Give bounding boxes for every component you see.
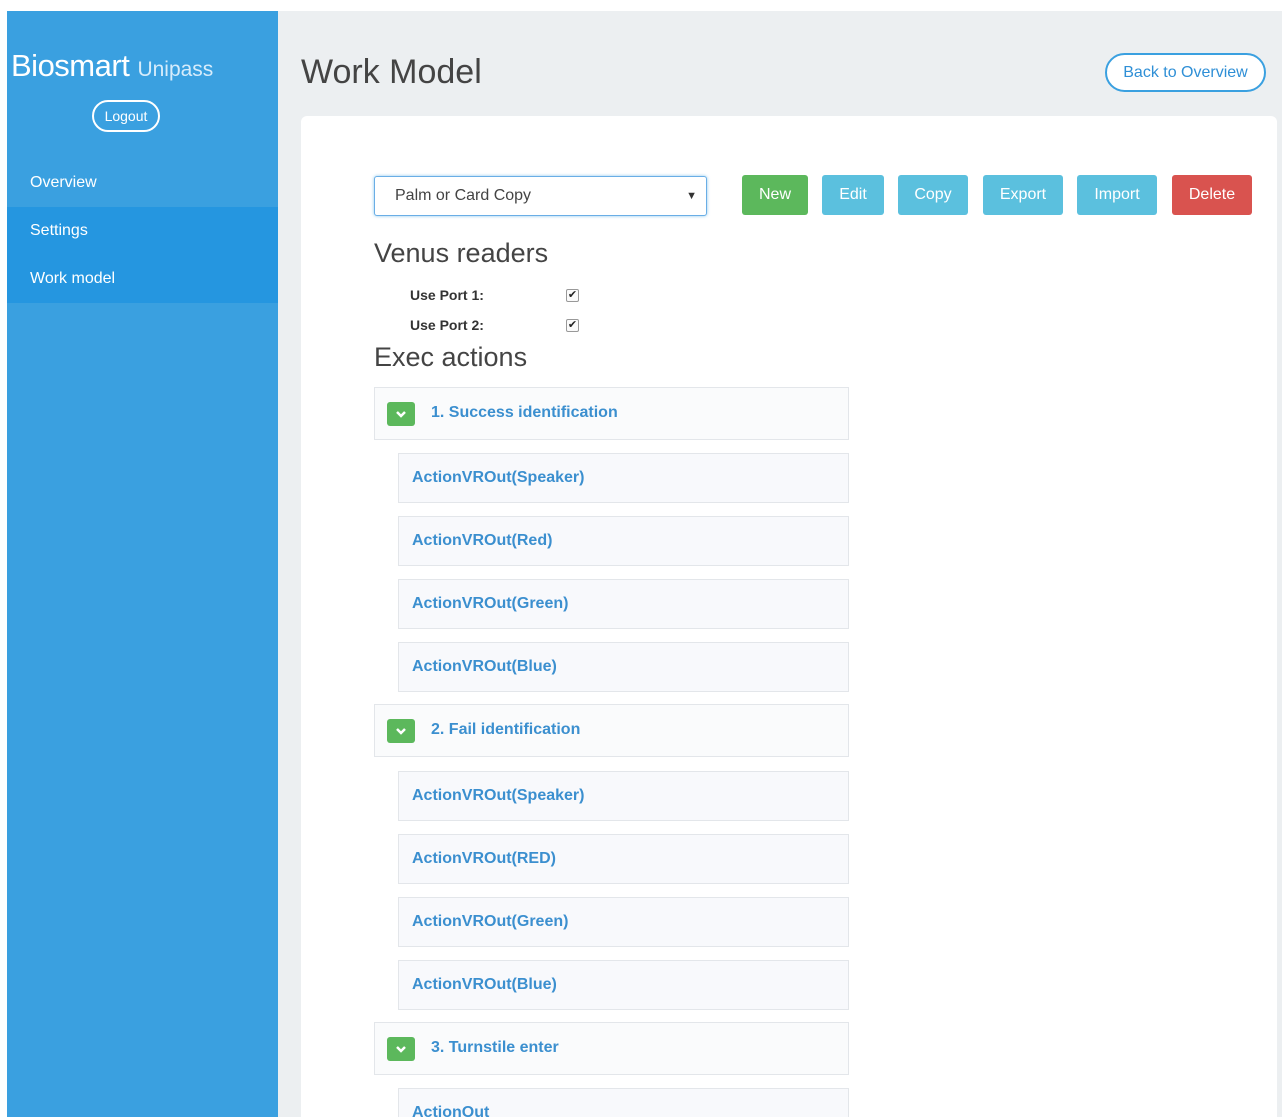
chevron-down-icon <box>396 728 406 735</box>
group-toggle-button[interactable] <box>387 719 415 743</box>
group-label[interactable]: 1. Success identification <box>431 404 618 422</box>
brand-logo: Biosmart Unipass <box>11 48 213 84</box>
delete-button[interactable]: Delete <box>1172 175 1252 215</box>
action-item[interactable]: ActionVROut(Speaker) <box>398 453 849 503</box>
port-1-checkbox[interactable]: ✔ <box>566 289 579 302</box>
action-group: 3. Turnstile enter <box>374 1022 849 1075</box>
action-group: 1. Success identification <box>374 387 849 440</box>
brand-name: Biosmart <box>11 48 130 83</box>
chevron-down-icon <box>396 411 406 418</box>
back-to-overview-button[interactable]: Back to Overview <box>1105 53 1266 92</box>
group-toggle-button[interactable] <box>387 1037 415 1061</box>
work-model-select-value: Palm or Card Copy <box>395 187 532 204</box>
caret-down-icon: ▼ <box>686 190 697 202</box>
action-group: 2. Fail identification <box>374 704 849 757</box>
checkmark-icon: ✔ <box>567 289 578 301</box>
chevron-down-icon <box>396 1046 406 1053</box>
action-item[interactable]: ActionVROut(Red) <box>398 516 849 566</box>
checkmark-icon: ✔ <box>567 319 578 331</box>
action-item[interactable]: ActionVROut(Blue) <box>398 642 849 692</box>
page-title: Work Model <box>301 53 482 91</box>
edit-button[interactable]: Edit <box>822 175 884 215</box>
group-label[interactable]: 3. Turnstile enter <box>431 1039 559 1057</box>
action-item[interactable]: ActionVROut(Green) <box>398 579 849 629</box>
work-model-select[interactable]: Palm or Card Copy ▼ <box>374 176 707 216</box>
page-header: Work Model Back to Overview <box>278 11 1282 116</box>
sidebar-nav: Overview Settings Work model <box>7 159 278 303</box>
brand-subname: Unipass <box>137 58 214 81</box>
action-item[interactable]: ActionVROut(Speaker) <box>398 771 849 821</box>
main-area: Palm or Card Copy ▼ New Edit Copy Export… <box>278 116 1282 1117</box>
copy-button[interactable]: Copy <box>898 175 968 215</box>
logout-button[interactable]: Logout <box>92 100 160 132</box>
action-item[interactable]: ActionVROut(Green) <box>398 897 849 947</box>
action-item[interactable]: ActionVROut(Blue) <box>398 960 849 1010</box>
port-2-label: Use Port 2: <box>410 317 484 333</box>
sidebar: Biosmart Unipass Logout Overview Setting… <box>7 11 278 1117</box>
exec-actions-title: Exec actions <box>374 342 528 372</box>
sidebar-item-work-model[interactable]: Work model <box>7 255 278 303</box>
new-button[interactable]: New <box>742 175 808 215</box>
export-button[interactable]: Export <box>983 175 1063 215</box>
group-toggle-button[interactable] <box>387 402 415 426</box>
action-item[interactable]: ActionVROut(RED) <box>398 834 849 884</box>
sidebar-item-overview[interactable]: Overview <box>7 159 278 207</box>
port-1-label: Use Port 1: <box>410 287 484 303</box>
content-panel: Palm or Card Copy ▼ New Edit Copy Export… <box>301 116 1277 1117</box>
port-2-checkbox[interactable]: ✔ <box>566 319 579 332</box>
action-item[interactable]: ActionOut <box>398 1088 849 1117</box>
sidebar-item-settings[interactable]: Settings <box>7 207 278 255</box>
import-button[interactable]: Import <box>1077 175 1157 215</box>
group-label[interactable]: 2. Fail identification <box>431 721 580 739</box>
venus-readers-title: Venus readers <box>374 238 549 268</box>
